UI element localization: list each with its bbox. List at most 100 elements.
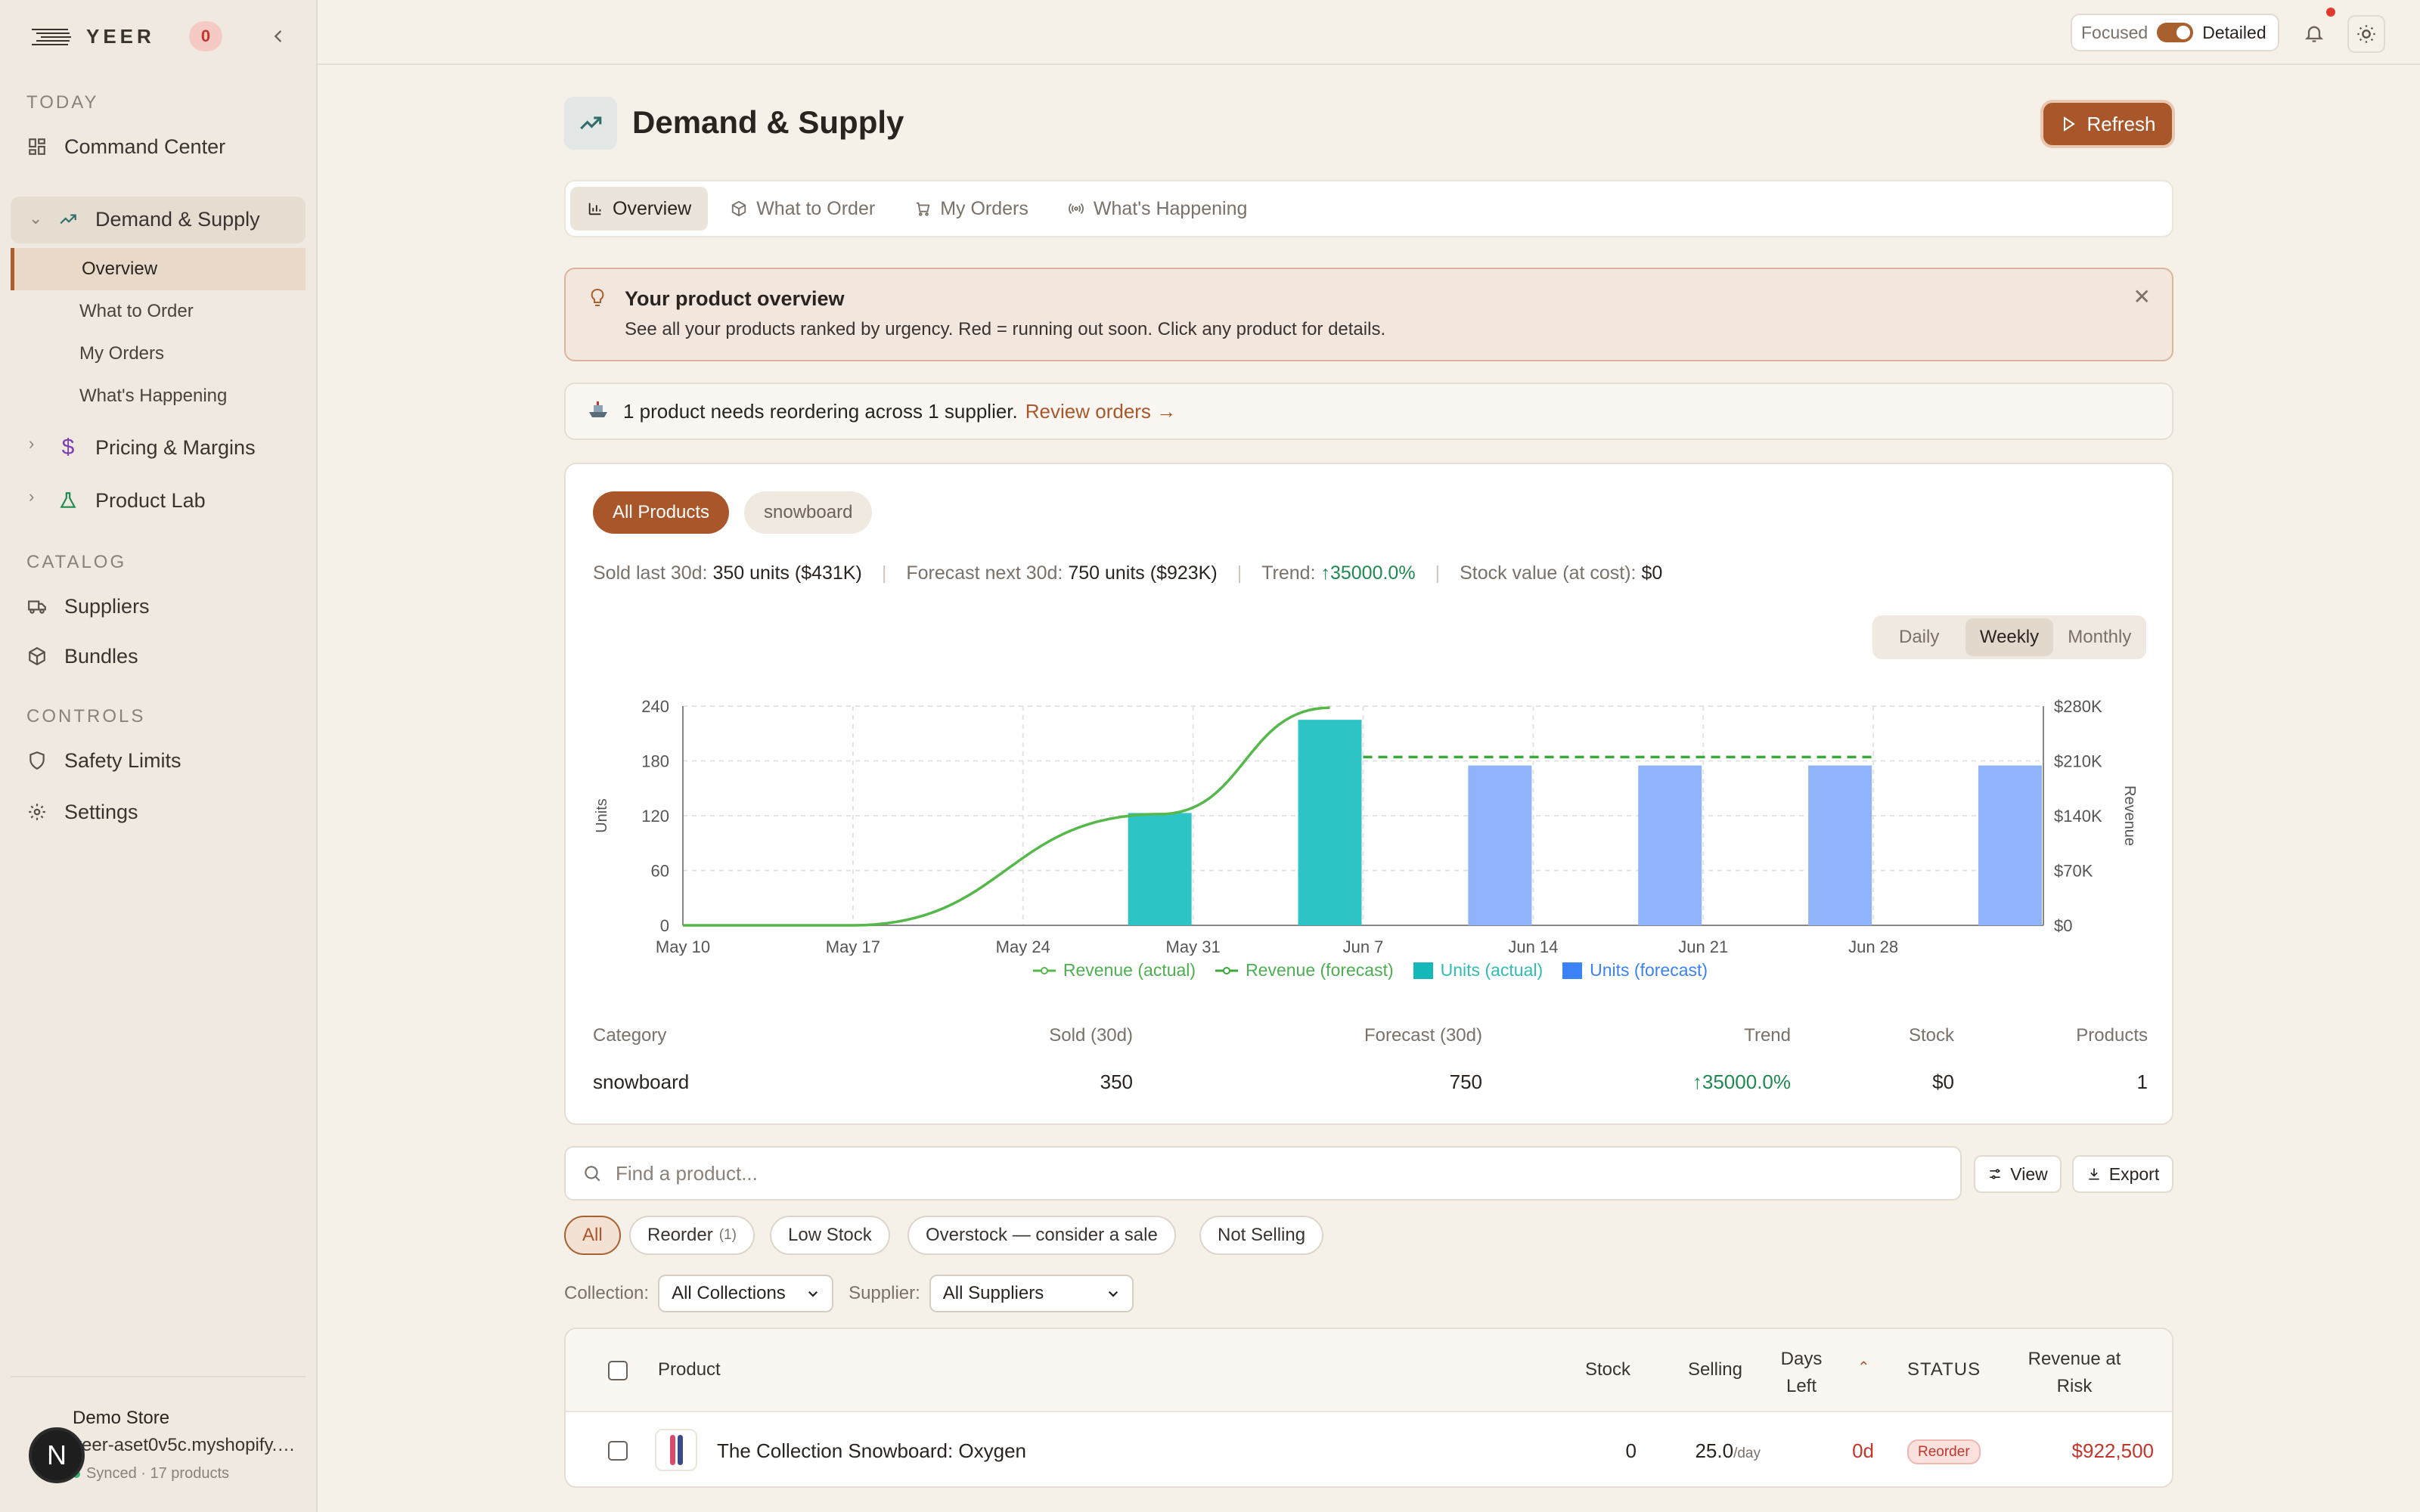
tab-label: What to Order [756, 197, 876, 219]
trending-up-icon [57, 209, 79, 230]
granularity-monthly[interactable]: Monthly [2056, 618, 2143, 656]
tab-what-to-order[interactable]: What to Order [714, 187, 892, 231]
legend-item[interactable]: Revenue (actual) [1032, 960, 1196, 981]
filter-pill-low-stock[interactable]: Low Stock [770, 1216, 890, 1255]
cell-category: snowboard [593, 1070, 690, 1093]
sliders-icon [1990, 1169, 2000, 1179]
avatar[interactable]: N [29, 1427, 85, 1483]
select-all-checkbox[interactable] [608, 1361, 628, 1380]
table-row[interactable]: snowboard 350 750 ↑35000.0% $0 1 [593, 1060, 2148, 1105]
collection-select[interactable]: All Collections [658, 1275, 834, 1312]
stat-label: Forecast next 30d: [906, 562, 1063, 584]
sidebar-item-label: Product Lab [95, 488, 206, 512]
sort-asc-icon[interactable]: ⌃ [1857, 1358, 1870, 1377]
filter-pill-label: Reorder [647, 1225, 713, 1245]
product-search [564, 1146, 1962, 1201]
filter-pill-not-selling[interactable]: Not Selling [1199, 1216, 1324, 1255]
x-tick-label: May 31 [1166, 937, 1221, 956]
col-stock[interactable]: Stock [1585, 1359, 1630, 1380]
mode-detailed-label: Detailed [2202, 22, 2266, 42]
sidebar-item-pricing-margins[interactable]: $ Pricing & Margins [57, 431, 256, 464]
col-days-left[interactable]: Days Left [1764, 1346, 1839, 1400]
x-tick-label: May 17 [826, 937, 880, 956]
search-input[interactable] [616, 1161, 1901, 1185]
sub-item-whats-happening[interactable]: What's Happening [79, 380, 227, 413]
sidebar-item-bundles[interactable]: Bundles [26, 640, 138, 673]
filter-all-products[interactable]: All Products [593, 491, 730, 534]
supplier-select[interactable]: All Suppliers [929, 1275, 1134, 1312]
sidebar-item-command-center[interactable]: Command Center [26, 130, 225, 163]
col-status[interactable]: STATUS [1907, 1359, 1981, 1380]
store-name: Demo Store [73, 1408, 170, 1428]
product-thumbnail [655, 1429, 697, 1471]
y2-tick-label: $210K [2054, 752, 2102, 771]
sub-item-what-to-order[interactable]: What to Order [79, 295, 194, 328]
flask-icon [57, 490, 79, 511]
filter-pill-overstock[interactable]: Overstock — consider a sale [908, 1216, 1176, 1255]
y2-axis-label: Revenue [2121, 785, 2138, 846]
y-tick-label: 60 [651, 862, 669, 881]
filter-pill-label: Low Stock [788, 1225, 872, 1245]
page-icon [564, 97, 617, 150]
legend-item[interactable]: Units (actual) [1413, 960, 1543, 981]
tab-my-orders[interactable]: My Orders [898, 187, 1045, 231]
legend-line-marker [1032, 960, 1056, 981]
refresh-button[interactable]: Refresh [2043, 103, 2172, 145]
overview-card: All Products snowboard Sold last 30d: 35… [564, 463, 2173, 1125]
sidebar-item-settings[interactable]: Settings [26, 795, 138, 829]
sidebar-item-label: Demand & Supply [95, 207, 260, 231]
sub-item-overview[interactable]: Overview [82, 253, 157, 286]
col-product[interactable]: Product [658, 1359, 721, 1380]
tab-label: What's Happening [1093, 197, 1248, 219]
tab-whats-happening[interactable]: What's Happening [1051, 187, 1264, 231]
cell-stock: $0 [1932, 1070, 1954, 1093]
y-tick-label: 120 [641, 807, 669, 826]
col-stock: Stock [1908, 1025, 1954, 1046]
filter-pill-reorder[interactable]: Reorder (1) [629, 1216, 755, 1255]
granularity-daily[interactable]: Daily [1876, 618, 1962, 656]
legend-box-marker [1413, 962, 1433, 979]
sub-item-my-orders[interactable]: My Orders [79, 337, 164, 370]
theme-toggle-button[interactable] [2347, 15, 2385, 53]
filter-pill-all[interactable]: All [564, 1216, 621, 1255]
product-name[interactable]: The Collection Snowboard: Oxygen [717, 1439, 1026, 1463]
sidebar-item-product-lab[interactable]: Product Lab [57, 484, 206, 517]
table-row[interactable]: The Collection Snowboard: Oxygen 0 25.0/… [566, 1414, 2172, 1486]
filter-snowboard[interactable]: snowboard [744, 491, 873, 534]
search-icon [585, 1166, 600, 1182]
sidebar-item-safety-limits[interactable]: Safety Limits [26, 744, 182, 777]
close-icon[interactable]: ✕ [2133, 284, 2151, 309]
granularity-weekly[interactable]: Weekly [1965, 618, 2053, 656]
mode-switch[interactable] [2157, 23, 2194, 42]
yeer-logo-icon [32, 29, 71, 45]
tab-overview[interactable]: Overview [570, 187, 709, 231]
chevron-right-icon[interactable]: › [29, 434, 34, 454]
review-orders-link[interactable]: Review orders → [1025, 400, 1176, 423]
brand[interactable]: YEER [30, 18, 155, 54]
sidebar-item-demand-supply[interactable]: Demand & Supply [57, 203, 260, 236]
sub-item-active-bg [11, 248, 306, 290]
notifications-button[interactable] [2299, 18, 2329, 48]
x-tick-label: Jun 7 [1343, 937, 1384, 956]
cell-stock: 0 [1625, 1439, 1637, 1462]
notification-count-badge[interactable]: 0 [189, 21, 222, 51]
sidebar-item-suppliers[interactable]: Suppliers [26, 590, 150, 623]
view-button[interactable]: View [1974, 1155, 2062, 1193]
col-selling[interactable]: Selling [1688, 1359, 1742, 1380]
legend-item[interactable]: Revenue (forecast) [1215, 960, 1394, 981]
page-title: Demand & Supply [632, 104, 904, 140]
chevron-right-icon[interactable]: › [29, 487, 34, 507]
collapse-sidebar-button[interactable] [265, 23, 292, 50]
legend-label: Units (forecast) [1590, 960, 1708, 980]
bar [1638, 765, 1702, 925]
export-button[interactable]: Export [2072, 1155, 2173, 1193]
x-tick-label: May 24 [996, 937, 1050, 956]
view-mode-toggle[interactable]: Focused Detailed [2071, 14, 2279, 51]
chevron-down-icon[interactable]: ⌄ [29, 209, 42, 228]
col-revenue-at-risk[interactable]: Revenue at Risk [2010, 1346, 2139, 1400]
row-checkbox[interactable] [608, 1441, 628, 1461]
legend-item[interactable]: Units (forecast) [1562, 960, 1708, 981]
tab-label: Overview [613, 197, 692, 219]
selling-unit: /day [1733, 1445, 1761, 1461]
app-name: YEER [86, 24, 155, 48]
